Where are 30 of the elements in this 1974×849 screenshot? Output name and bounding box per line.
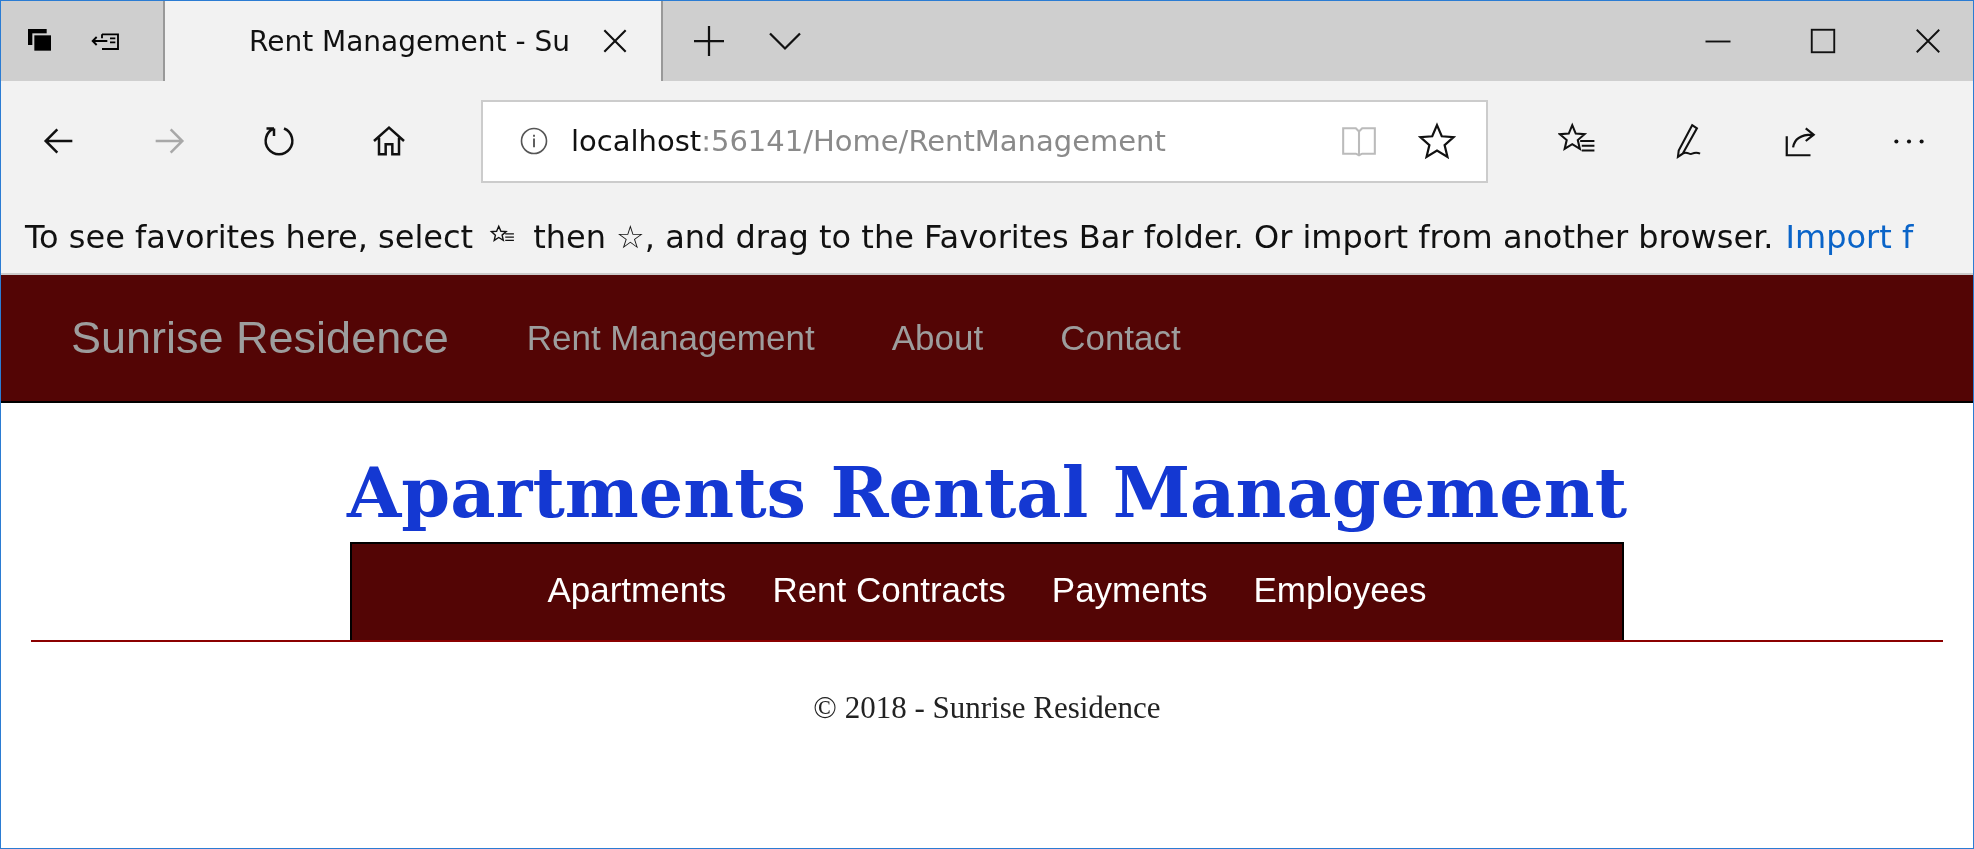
add-favorite-button[interactable]	[1418, 122, 1456, 160]
menu-link[interactable]: Employees	[1253, 570, 1427, 610]
nav-link[interactable]: Rent Management	[526, 318, 815, 358]
address-bar[interactable]: localhost:56141/Home/RentManagement	[481, 99, 1488, 183]
tab-title: Rent Management - Su	[249, 24, 570, 58]
new-tab-button[interactable]	[691, 23, 727, 59]
import-link[interactable]: Import f	[1785, 218, 1914, 256]
nav-link[interactable]: Contact	[1060, 318, 1181, 358]
minimize-button[interactable]	[1703, 39, 1733, 43]
maximize-button[interactable]	[1808, 26, 1838, 56]
minimize-icon	[1703, 39, 1733, 43]
brand-link[interactable]: Sunrise Residence	[71, 312, 449, 364]
more-icon	[1894, 138, 1924, 144]
menu-link[interactable]: Apartments	[547, 570, 727, 610]
menu-link[interactable]: Payments	[1051, 570, 1208, 610]
url-path: :56141/Home/RentManagement	[701, 124, 1166, 158]
maximize-icon	[1808, 26, 1838, 56]
menu-link[interactable]: Rent Contracts	[772, 570, 1006, 610]
plus-icon	[691, 23, 727, 59]
close-window-button[interactable]	[1913, 26, 1943, 56]
close-icon	[1913, 26, 1943, 56]
page-title: Apartments Rental Management	[346, 451, 1628, 534]
footer-text: © 2018 - Sunrise Residence	[813, 690, 1161, 726]
star-icon	[1418, 122, 1456, 160]
url-host: localhost	[571, 124, 702, 158]
browser-tab[interactable]: Rent Management - Su	[163, 1, 663, 81]
nav-link[interactable]: About	[891, 318, 984, 358]
favorites-message: then ☆, and drag to the Favorites Bar folder. Or import from another browser.	[533, 218, 1774, 256]
info-icon	[519, 126, 549, 156]
favorites-message: To see favorites here, select	[25, 218, 474, 256]
